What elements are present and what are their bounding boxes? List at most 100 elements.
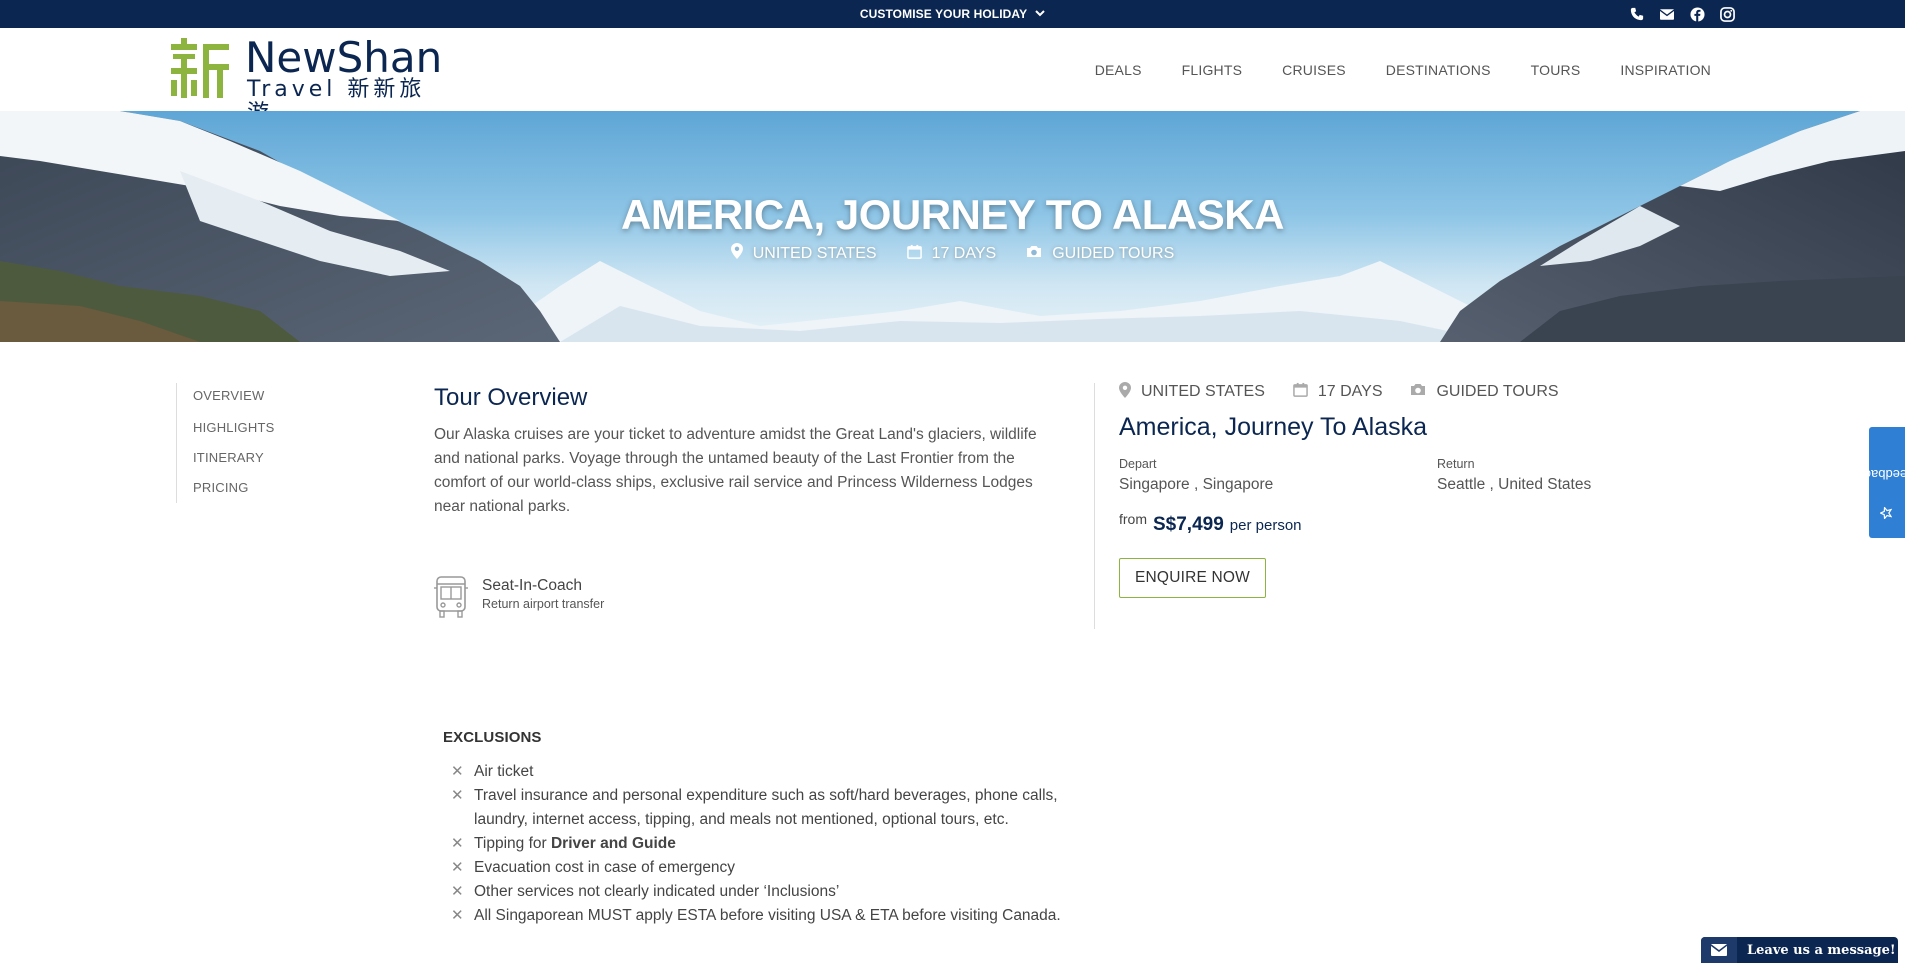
panel-tour-type-label: GUIDED TOURS bbox=[1436, 383, 1559, 400]
main-nav: DEALS FLIGHTS CRUISES DESTINATIONS TOURS… bbox=[1095, 28, 1711, 111]
newshan-logo[interactable]: NewShan Travel 新新旅游 bbox=[171, 33, 451, 126]
panel-location-label: UNITED STATES bbox=[1141, 383, 1265, 400]
hero-banner: AMERICA, JOURNEY TO ALASKA UNITED STATES… bbox=[0, 111, 1905, 342]
close-icon: ✕ bbox=[451, 883, 464, 900]
calendar-icon bbox=[906, 244, 922, 264]
hero-duration: 17 DAYS bbox=[906, 243, 997, 264]
price-per: per person bbox=[1229, 517, 1302, 534]
logo-mark-icon bbox=[171, 38, 229, 98]
exclusion-text: Air ticket bbox=[474, 763, 534, 780]
exclusion-text: All Singaporean MUST apply ESTA before v… bbox=[474, 907, 1061, 924]
hero-title: AMERICA, JOURNEY TO ALASKA bbox=[621, 191, 1284, 238]
list-item: ✕ All Singaporean MUST apply ESTA before … bbox=[443, 904, 1103, 928]
hero-meta: UNITED STATES 17 DAYS GUIDED TOURS bbox=[0, 243, 1905, 264]
camera-icon bbox=[1026, 245, 1042, 263]
depart-return: Depart Singapore , Singapore Return Seat… bbox=[1119, 456, 1639, 506]
hero-tour-type: GUIDED TOURS bbox=[1026, 243, 1174, 264]
close-icon: ✕ bbox=[451, 859, 464, 876]
list-item: ✕ Air ticket bbox=[443, 760, 1103, 784]
enquire-now-button[interactable]: ENQUIRE NOW bbox=[1119, 558, 1267, 598]
section-nav-itinerary[interactable]: ITINERARY bbox=[193, 443, 274, 473]
facebook-icon[interactable] bbox=[1689, 6, 1705, 22]
panel-meta: UNITED STATES 17 DAYS GUIDED TOURS bbox=[1119, 380, 1639, 404]
panel-duration: 17 DAYS bbox=[1293, 382, 1383, 402]
close-icon: ✕ bbox=[451, 835, 464, 852]
list-item: ✕ Travel insurance and personal expenditu… bbox=[443, 784, 1103, 832]
panel-duration-label: 17 DAYS bbox=[1317, 383, 1383, 400]
price: from S$7,499 per person bbox=[1119, 511, 1639, 536]
close-icon: ✕ bbox=[451, 763, 464, 780]
nav-cruises[interactable]: CRUISES bbox=[1282, 62, 1346, 78]
price-from: from bbox=[1119, 511, 1147, 527]
camera-icon bbox=[1410, 383, 1426, 401]
map-pin-icon bbox=[730, 243, 743, 264]
section-nav-pricing[interactable]: PRICING bbox=[193, 473, 274, 503]
return-value: Seattle , United States bbox=[1437, 476, 1592, 493]
feature-title: Seat-In-Coach bbox=[482, 577, 582, 594]
overview-body: Our Alaska cruises are your ticket to ad… bbox=[434, 426, 1037, 515]
hero-duration-label: 17 DAYS bbox=[931, 244, 997, 262]
logo-brand-name: NewShan bbox=[245, 33, 443, 82]
section-nav-overview[interactable]: OVERVIEW bbox=[193, 383, 274, 413]
price-amount: S$7,499 bbox=[1153, 514, 1224, 535]
feedback-label[interactable]: Feedback bbox=[1858, 446, 1905, 521]
section-nav-highlights[interactable]: HIGHLIGHTS bbox=[193, 413, 274, 443]
list-item: ✕ Other services not clearly indicated un… bbox=[443, 880, 1103, 904]
exclusions-list: ✕ Air ticket ✕ Travel insurance and person… bbox=[443, 760, 1103, 928]
feedback-text[interactable]: Feedback bbox=[1858, 467, 1905, 482]
panel-title: America, Journey To Alaska bbox=[1119, 413, 1428, 441]
customise-holiday-label[interactable]: CUSTOMISE YOUR HOLIDAY bbox=[860, 7, 1027, 21]
depart-value: Singapore , Singapore bbox=[1119, 476, 1274, 493]
exclusion-text: Evacuation cost in case of emergency bbox=[474, 859, 736, 876]
exclusions: EXCLUSIONS ✕ Air ticket ✕ Travel insurance… bbox=[443, 729, 1103, 928]
nav-tours[interactable]: TOURS bbox=[1531, 62, 1581, 78]
social-links bbox=[1629, 0, 1735, 28]
exclusion-bold-text: Driver and Guide bbox=[550, 835, 676, 852]
close-icon: ✕ bbox=[451, 907, 464, 924]
booking-panel: UNITED STATES 17 DAYS GUIDED TOURS Ameri… bbox=[1119, 380, 1639, 598]
feedback-tab[interactable]: Feedback bbox=[1858, 427, 1905, 538]
list-item: ✕ Tipping for Driver and Guide bbox=[443, 832, 1103, 856]
feature-seat-in-coach: Seat-In-Coach Return airport transfer bbox=[434, 576, 604, 623]
instagram-icon[interactable] bbox=[1719, 6, 1735, 22]
section-nav: OVERVIEW HIGHLIGHTS ITINERARY PRICING bbox=[176, 383, 274, 503]
tour-overview: Tour Overview Our Alaska cruises are you… bbox=[434, 383, 1059, 519]
envelope-icon[interactable] bbox=[1701, 937, 1737, 963]
leave-message-label[interactable]: Leave us a message! bbox=[1747, 943, 1896, 958]
overview-heading: Tour Overview bbox=[434, 384, 588, 411]
leave-message-widget[interactable]: Leave us a message! bbox=[1701, 937, 1898, 963]
nav-flights[interactable]: FLIGHTS bbox=[1182, 62, 1243, 78]
calendar-icon bbox=[1293, 382, 1308, 402]
bus-icon bbox=[434, 576, 468, 623]
top-bar: CUSTOMISE YOUR HOLIDAY bbox=[0, 0, 1905, 28]
site-header: NewShan Travel 新新旅游 DEALS FLIGHTS CRUISE… bbox=[0, 28, 1905, 126]
return-block: Return Seattle , United States bbox=[1437, 456, 1591, 496]
chevron-down-icon[interactable] bbox=[1035, 9, 1045, 20]
list-item: ✕ Evacuation cost in case of emergency bbox=[443, 856, 1103, 880]
return-label: Return bbox=[1437, 457, 1475, 471]
nav-destinations[interactable]: DESTINATIONS bbox=[1386, 62, 1491, 78]
depart-block: Depart Singapore , Singapore bbox=[1119, 456, 1273, 496]
star-icon bbox=[1879, 506, 1893, 521]
panel-tour-type: GUIDED TOURS bbox=[1410, 383, 1559, 401]
customise-holiday-toggle[interactable]: CUSTOMISE YOUR HOLIDAY bbox=[0, 0, 1905, 28]
hero-location: UNITED STATES bbox=[730, 243, 877, 264]
feedback-label-wrap[interactable]: Feedback bbox=[1858, 427, 1905, 538]
hero-tour-type-label: GUIDED TOURS bbox=[1052, 244, 1175, 262]
hero-location-label: UNITED STATES bbox=[752, 244, 877, 262]
mail-icon[interactable] bbox=[1659, 6, 1675, 22]
panel-location: UNITED STATES bbox=[1119, 381, 1265, 403]
depart-label: Depart bbox=[1119, 457, 1157, 471]
map-pin-icon bbox=[1119, 381, 1131, 403]
nav-inspiration[interactable]: INSPIRATION bbox=[1620, 62, 1711, 78]
exclusion-text: Travel insurance and personal expenditur… bbox=[474, 787, 1058, 828]
exclusion-text: Other services not clearly indicated und… bbox=[474, 883, 840, 900]
close-icon: ✕ bbox=[451, 787, 464, 804]
feature-text: Seat-In-Coach Return airport transfer bbox=[482, 576, 604, 612]
exclusions-heading: EXCLUSIONS bbox=[443, 729, 542, 746]
column-divider bbox=[1094, 383, 1095, 629]
exclusion-text: Tipping for bbox=[474, 835, 551, 852]
nav-deals[interactable]: DEALS bbox=[1095, 62, 1142, 78]
feature-subtitle: Return airport transfer bbox=[482, 597, 605, 611]
phone-icon[interactable] bbox=[1629, 6, 1645, 22]
